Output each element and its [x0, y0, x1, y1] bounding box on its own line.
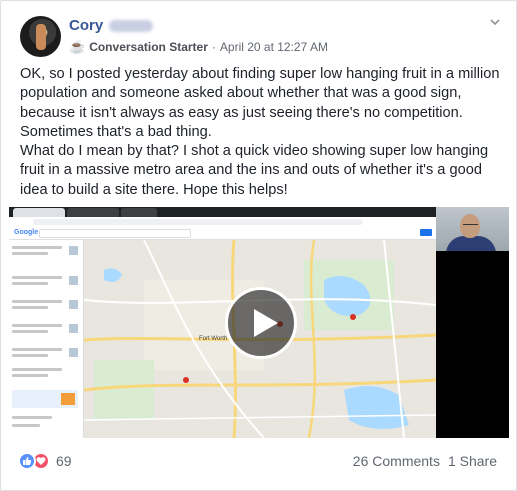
author-name[interactable]: Cory [69, 17, 154, 34]
comments-count-link[interactable]: 26 Comments [353, 453, 440, 469]
coffee-cup-icon: ☕ [69, 39, 86, 54]
video-screen-recording: Google Fort Worth [9, 207, 436, 438]
post-paragraph-1: OK, so I posted yesterday about finding … [20, 66, 500, 140]
engagement-stats: 26 Comments 1 Share [353, 453, 497, 469]
meta-separator: · [211, 40, 216, 54]
post-meta: ☕ Conversation Starter · April 20 at 12:… [69, 39, 328, 55]
maps-results-list [9, 240, 84, 438]
reactions-summary[interactable]: 69 [18, 452, 72, 470]
post-paragraph-2: What do I mean by that? I shot a quick v… [20, 143, 489, 198]
browser-tab-strip [9, 207, 436, 217]
google-logo: Google [14, 229, 39, 236]
play-icon [254, 309, 278, 337]
video-player[interactable]: Google Fort Worth [9, 207, 509, 438]
redacted-last-name [109, 20, 154, 33]
webcam-overlay [436, 207, 509, 251]
google-maps-header: Google [9, 227, 436, 240]
post-card: Cory ☕ Conversation Starter · April 20 a… [0, 0, 517, 491]
post-timestamp[interactable]: April 20 at 12:27 AM [220, 40, 328, 54]
post-text: OK, so I posted yesterday about finding … [20, 65, 500, 200]
post-options-chevron-icon[interactable] [488, 15, 502, 29]
play-button[interactable] [225, 287, 297, 359]
reaction-count: 69 [56, 453, 72, 469]
map-city-label: Fort Worth [199, 336, 228, 342]
author-avatar[interactable] [20, 16, 61, 57]
group-badge[interactable]: Conversation Starter [89, 40, 208, 54]
maps-search-box [39, 229, 191, 238]
like-icon [18, 452, 36, 470]
maps-sign-in-button [420, 229, 432, 236]
shares-count-link[interactable]: 1 Share [448, 453, 497, 469]
